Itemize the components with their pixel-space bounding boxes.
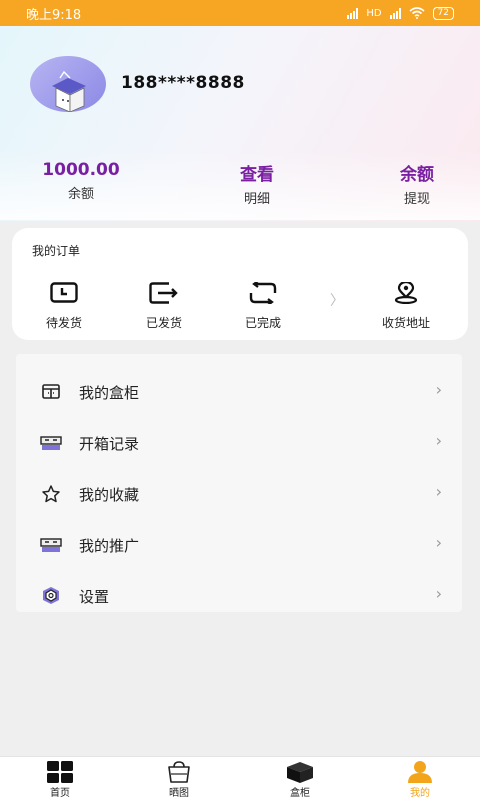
status-bar: 晚上9:18 HD 72: [0, 0, 480, 26]
cabinet-icon: [42, 384, 60, 399]
order-label: 待发货: [45, 316, 82, 330]
order-completed[interactable]: 已完成: [223, 282, 303, 331]
avatar[interactable]: [30, 56, 106, 112]
nav-share-photos[interactable]: 晒图: [139, 761, 219, 799]
ticket-icon: [40, 436, 62, 450]
box-icon: [287, 762, 313, 783]
status-icons: HD 72: [347, 6, 454, 20]
signal-icon: [347, 7, 359, 19]
order-label: 已完成: [244, 316, 281, 330]
menu-item-favorites[interactable]: 我的收藏 ›: [16, 468, 462, 519]
user-icon: [408, 761, 432, 783]
stat-value: 查看: [240, 165, 274, 185]
stat-details[interactable]: 查看 明细: [226, 160, 288, 207]
stat-label: 明细: [243, 192, 270, 207]
chevron-right-icon: ›: [435, 584, 442, 603]
nav-label: 盒柜: [290, 788, 310, 799]
stat-value: 1000.00: [42, 160, 120, 180]
status-time: 晚上9:18: [26, 7, 82, 23]
bag-icon: [168, 761, 190, 783]
order-label: 已发货: [145, 316, 182, 330]
completed-icon: [249, 282, 277, 304]
menu-list: 我的盒柜 › 开箱记录 › 我的收藏 › 我的推广 › 设置 ›: [16, 354, 462, 612]
stat-value: 余额: [400, 165, 434, 185]
stat-withdraw[interactable]: 余额 提现: [386, 160, 448, 207]
order-pending-shipment[interactable]: 待发货: [24, 282, 104, 331]
box-character-icon: [52, 70, 86, 112]
menu-item-promotion[interactable]: 我的推广 ›: [16, 519, 462, 570]
wifi-icon: [409, 7, 425, 19]
chevron-right-icon: ›: [435, 380, 442, 399]
nav-label: 我的: [410, 788, 430, 799]
signal-icon-2: [389, 7, 401, 19]
menu-label: 开箱记录: [79, 435, 140, 453]
menu-label: 我的盒柜: [79, 384, 140, 402]
address-pin-icon: [394, 282, 418, 304]
pending-shipment-icon: [50, 282, 78, 303]
chevron-right-icon: ›: [435, 431, 442, 450]
orders-title: 我的订单: [32, 244, 81, 258]
orders-card: 我的订单 待发货 已发货 已完成 〉 收货地址: [12, 228, 468, 340]
home-grid-icon: [47, 761, 73, 783]
star-icon: [42, 485, 60, 503]
stat-label: 余额: [67, 187, 94, 202]
user-phone: 188****8888: [121, 73, 245, 93]
stat-label: 提现: [403, 192, 430, 207]
order-address[interactable]: 收货地址: [366, 282, 446, 331]
order-label: 收货地址: [381, 316, 430, 330]
bottom-nav: 首页 晒图 盒柜 我的: [0, 756, 480, 800]
nav-label: 晒图: [169, 788, 189, 799]
divider-mark: 〉: [330, 293, 344, 309]
menu-label: 我的收藏: [79, 486, 140, 504]
menu-item-settings[interactable]: 设置 ›: [16, 570, 462, 621]
menu-item-cabinet[interactable]: 我的盒柜 ›: [16, 366, 462, 417]
nav-label: 首页: [50, 788, 70, 799]
menu-label: 我的推广: [79, 537, 140, 555]
order-shipped[interactable]: 已发货: [124, 282, 204, 331]
nav-cabinet[interactable]: 盒柜: [260, 761, 340, 799]
battery-indicator: 72: [432, 6, 454, 20]
stat-balance[interactable]: 1000.00 余额: [40, 160, 122, 202]
network-label: HD: [366, 7, 382, 19]
settings-hexagon-icon: [43, 587, 59, 604]
chevron-right-icon: ›: [435, 482, 442, 501]
stats-row: 1000.00 余额 查看 明细 余额 提现: [0, 160, 480, 218]
chevron-right-icon: ›: [435, 533, 442, 552]
menu-label: 设置: [79, 588, 110, 606]
nav-home[interactable]: 首页: [20, 761, 100, 799]
menu-item-open-records[interactable]: 开箱记录 ›: [16, 417, 462, 468]
ticket-icon: [40, 538, 62, 552]
nav-mine[interactable]: 我的: [380, 761, 460, 799]
shipped-icon: [149, 282, 178, 304]
